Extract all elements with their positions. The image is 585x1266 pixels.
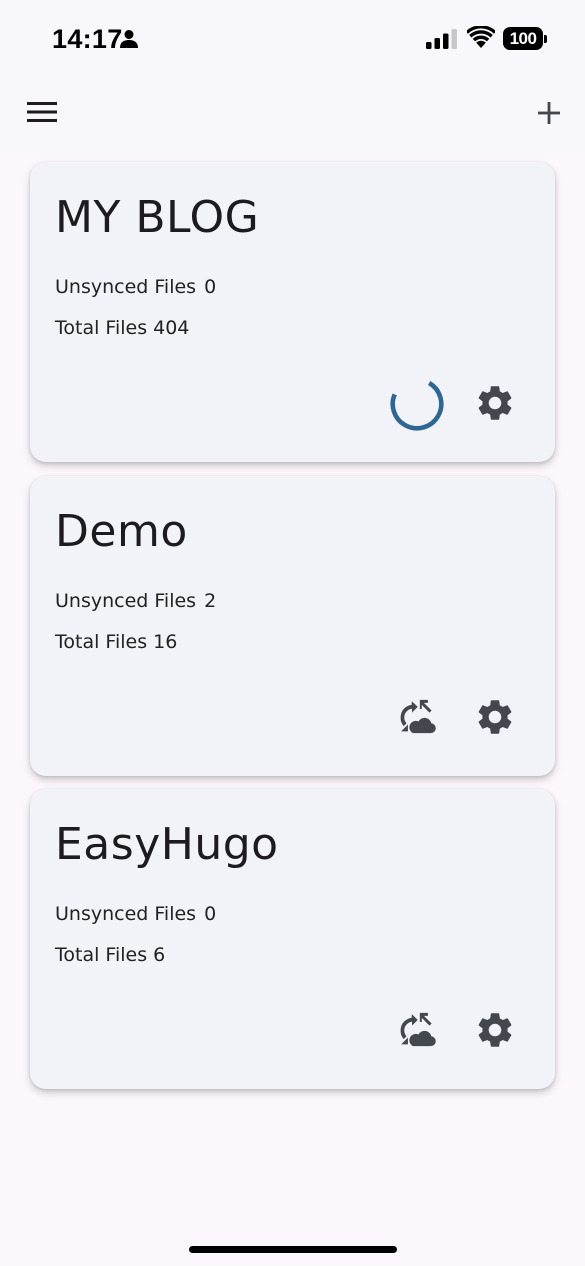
menu-button[interactable]	[27, 99, 57, 125]
settings-button[interactable]	[464, 372, 526, 434]
gear-icon	[478, 1013, 512, 1047]
sync-button[interactable]	[385, 999, 447, 1061]
total-count: 404	[153, 317, 190, 339]
unsynced-count: 2	[204, 590, 217, 612]
unsynced-files: Unsynced Files 0	[55, 276, 216, 298]
status-time: 14:17	[52, 24, 123, 54]
unsynced-label: Unsynced Files	[55, 903, 197, 925]
plus-icon	[538, 102, 560, 124]
unsynced-files: Unsynced Files 2	[55, 590, 216, 612]
site-card[interactable]: MY BLOG Unsynced Files 0 Total Files 404	[30, 162, 555, 462]
sync-button[interactable]	[385, 686, 447, 748]
gear-icon	[478, 700, 512, 734]
total-files: Total Files 404	[55, 317, 189, 339]
total-label: Total Files	[55, 317, 148, 339]
settings-button[interactable]	[464, 999, 526, 1061]
battery-level: 100	[503, 27, 543, 50]
site-title: EasyHugo	[55, 819, 279, 870]
cloud-sync-icon	[400, 699, 436, 734]
unsynced-files: Unsynced Files 0	[55, 903, 216, 925]
site-card[interactable]: Demo Unsynced Files 2 Total Files 16	[30, 476, 555, 776]
site-title: Demo	[55, 506, 188, 557]
total-label: Total Files	[55, 631, 148, 653]
battery-cap	[544, 35, 547, 43]
wifi-icon	[467, 26, 495, 48]
total-count: 6	[153, 944, 166, 966]
site-title: MY BLOG	[55, 192, 260, 243]
site-card[interactable]: EasyHugo Unsynced Files 0 Total Files 6	[30, 789, 555, 1089]
sync-progress	[385, 372, 447, 434]
cloud-sync-icon	[400, 1012, 436, 1047]
gear-icon	[478, 386, 512, 420]
battery-indicator: 100	[503, 27, 547, 50]
add-site-button[interactable]	[533, 97, 565, 129]
unsynced-label: Unsynced Files	[55, 276, 197, 298]
home-indicator[interactable]	[189, 1246, 397, 1253]
total-count: 16	[153, 631, 178, 653]
total-files: Total Files 6	[55, 944, 165, 966]
loading-spinner-icon	[390, 377, 444, 431]
status-bar: 14:17 100	[0, 0, 585, 78]
app-bar: 14:17 100	[0, 0, 585, 154]
menu-icon	[27, 102, 57, 122]
unsynced-label: Unsynced Files	[55, 590, 197, 612]
unsynced-count: 0	[204, 903, 217, 925]
total-label: Total Files	[55, 944, 148, 966]
settings-button[interactable]	[464, 686, 526, 748]
person-icon	[120, 30, 138, 48]
total-files: Total Files 16	[55, 631, 177, 653]
unsynced-count: 0	[204, 276, 217, 298]
signal-icon	[426, 29, 457, 49]
